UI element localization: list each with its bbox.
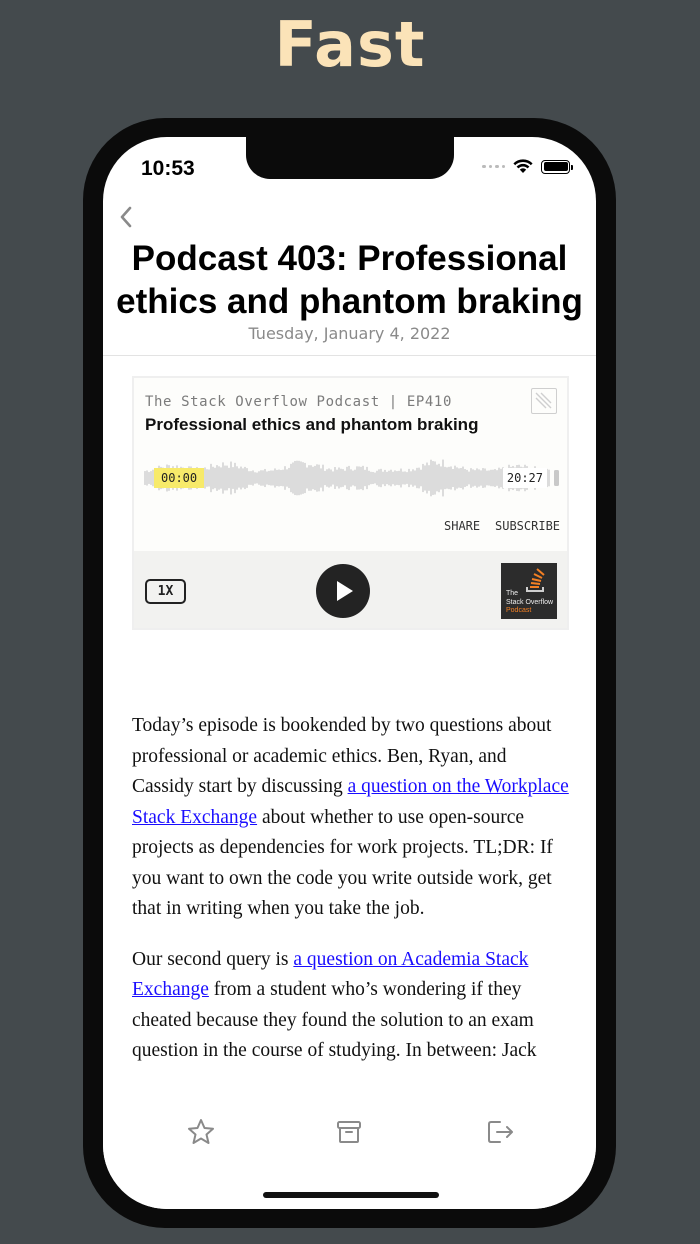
home-indicator — [263, 1192, 439, 1198]
header-divider — [103, 355, 596, 356]
player-controls: 1X The Stack Overflow Podcast — [134, 551, 567, 628]
play-button[interactable] — [316, 564, 370, 618]
player-series-label: The Stack Overflow Podcast | EP410 — [145, 394, 452, 410]
back-button[interactable] — [115, 203, 139, 231]
wifi-icon — [513, 159, 533, 173]
phone-frame: 10:53 Podcast 403: Professional ethics a… — [83, 118, 616, 1228]
archive-icon — [337, 1121, 361, 1143]
bottom-toolbar — [103, 1087, 596, 1209]
promo-title: Fast — [274, 8, 426, 81]
article-paragraph: Today’s episode is bookended by two ques… — [132, 715, 569, 919]
play-icon — [337, 581, 353, 601]
share-button[interactable]: SHARE — [444, 519, 480, 533]
status-time: 10:53 — [141, 157, 195, 180]
player-logo-icon — [531, 388, 557, 414]
time-total: 20:27 — [502, 468, 547, 488]
phone-screen: 10:53 Podcast 403: Professional ethics a… — [103, 137, 596, 1209]
subscribe-button[interactable]: SUBSCRIBE — [495, 519, 560, 533]
cover-line-3: Podcast — [506, 607, 532, 614]
playback-speed-button[interactable]: 1X — [145, 579, 186, 604]
article-body: Today’s episode is bookended by two ques… — [132, 711, 572, 1087]
podcast-cover-art: The Stack Overflow Podcast — [501, 563, 557, 619]
podcast-player: The Stack Overflow Podcast | EP410 Profe… — [132, 376, 569, 630]
article-paragraph: Our second query is a question on Academ… — [132, 948, 537, 1062]
open-external-button[interactable] — [485, 1117, 515, 1147]
waveform[interactable] — [144, 454, 560, 502]
archive-button[interactable] — [334, 1117, 364, 1147]
status-icons — [482, 159, 573, 174]
chevron-left-icon — [120, 206, 132, 228]
favorite-button[interactable] — [186, 1117, 216, 1147]
phone-notch — [246, 137, 454, 179]
cellular-signal-icon — [482, 164, 505, 169]
article-title: Podcast 403: Professional ethics and pha… — [116, 239, 583, 321]
battery-icon — [541, 159, 573, 174]
cover-line-2: Stack Overflow — [506, 599, 554, 606]
player-episode-title: Professional ethics and phantom braking — [145, 415, 479, 434]
share-out-icon — [488, 1121, 513, 1143]
time-current: 00:00 — [154, 468, 205, 488]
star-icon — [188, 1119, 214, 1144]
cover-line-1: The — [506, 590, 519, 597]
article-date: Tuesday, January 4, 2022 — [248, 324, 451, 343]
stack-overflow-logo-icon — [526, 568, 545, 592]
